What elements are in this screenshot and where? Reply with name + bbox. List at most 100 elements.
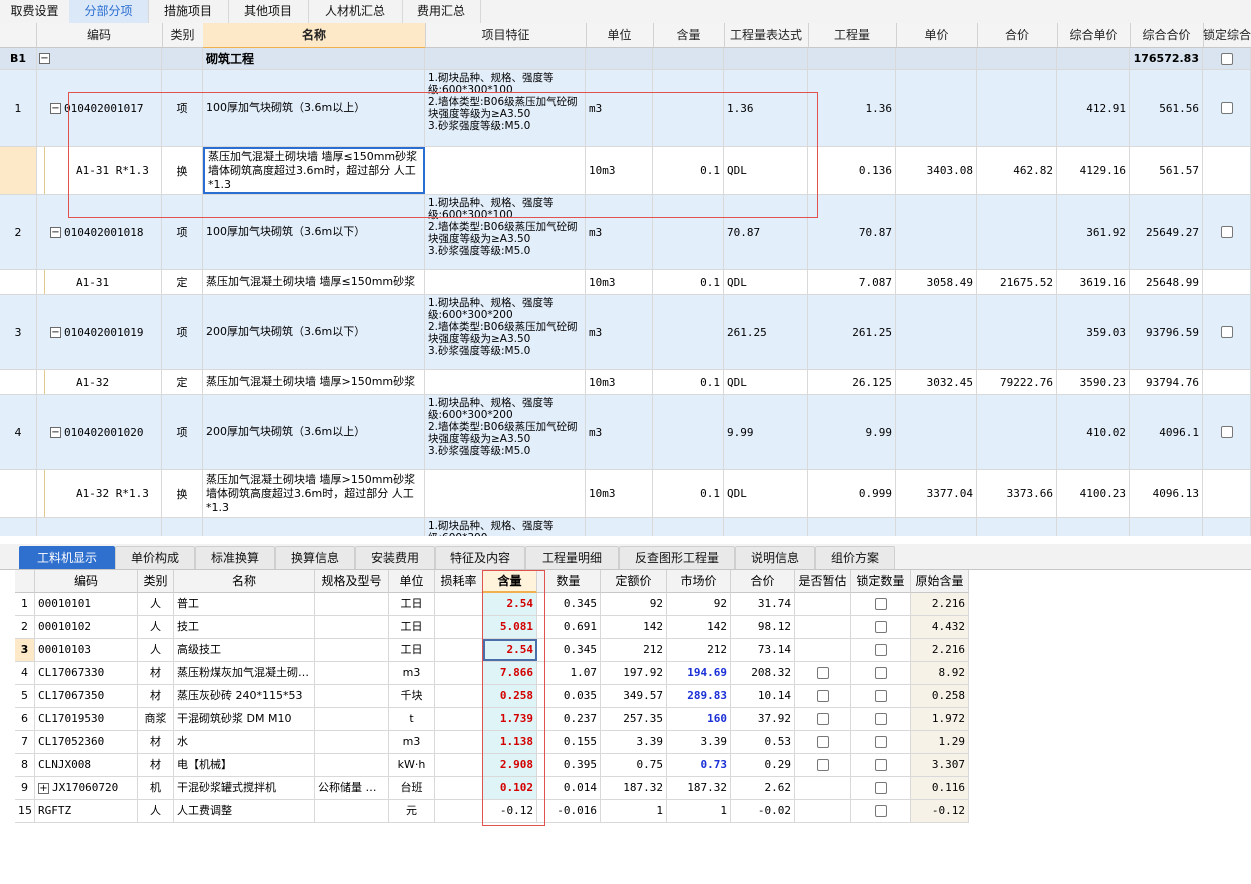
- cell-feature[interactable]: [425, 470, 586, 517]
- resource-lock[interactable]: [851, 708, 911, 730]
- cell-qty[interactable]: 261.25: [808, 295, 896, 369]
- resource-name[interactable]: 蒸压粉煤灰加气混凝土砌…: [174, 662, 315, 684]
- cell-name[interactable]: 蒸压加气混凝土砌块墙 墙厚≤150mm砂浆 墙体砌筑高度超过3.6m时，超过部分…: [203, 147, 425, 194]
- cell-code[interactable]: −010402001019: [36, 295, 162, 369]
- resource-sum[interactable]: 10.14: [731, 685, 795, 707]
- resource-sum[interactable]: 2.62: [731, 777, 795, 799]
- resource-code[interactable]: CL17067350: [35, 685, 138, 707]
- resource-price[interactable]: 212: [601, 639, 667, 661]
- resource-orig[interactable]: 3.307: [911, 754, 969, 776]
- header-feature[interactable]: 项目特征: [425, 23, 587, 47]
- lower-header-name[interactable]: 名称: [174, 570, 315, 593]
- resource-loss[interactable]: [435, 616, 483, 638]
- resource-spec[interactable]: [315, 616, 389, 638]
- cell-feature[interactable]: [425, 147, 586, 194]
- cell-name[interactable]: 100厚加气块砌筑（3.6m以下）: [203, 195, 425, 269]
- top-tab-3[interactable]: 其他项目: [228, 0, 309, 23]
- resource-price[interactable]: 257.35: [601, 708, 667, 730]
- cell-name[interactable]: 100厚加气块砌筑（3.6m以上）: [203, 70, 425, 146]
- cell-uprice[interactable]: 361.92: [1057, 195, 1130, 269]
- lock-cell[interactable]: [1203, 370, 1251, 394]
- resource-content[interactable]: 2.54: [483, 593, 537, 615]
- resource-lock[interactable]: [851, 754, 911, 776]
- resource-code[interactable]: + JX17060720: [35, 777, 138, 799]
- resource-lock[interactable]: [851, 662, 911, 684]
- cell-qty[interactable]: 0.999: [808, 470, 896, 517]
- resource-price[interactable]: 349.57: [601, 685, 667, 707]
- resource-row[interactable]: 5 CL17067350 材蒸压灰砂砖 240*115*53 千块 0.258 0.035…: [15, 685, 969, 708]
- cell-expr[interactable]: 261.25: [724, 295, 808, 369]
- resource-lock[interactable]: [851, 616, 911, 638]
- lock-checkbox[interactable]: [1220, 426, 1233, 438]
- resource-price[interactable]: 1: [601, 800, 667, 822]
- resource-content[interactable]: 2.908: [483, 754, 537, 776]
- cell-sum[interactable]: [977, 295, 1057, 369]
- cell-price[interactable]: [896, 70, 977, 146]
- resource-spec[interactable]: [315, 731, 389, 753]
- lock-quantity-checkbox[interactable]: [874, 805, 887, 817]
- resource-content[interactable]: 1.138: [483, 731, 537, 753]
- header-lock[interactable]: 锁定综合: [1203, 23, 1251, 47]
- resource-market[interactable]: 3.39: [667, 731, 731, 753]
- resource-spec[interactable]: [315, 800, 389, 822]
- resource-name[interactable]: 电【机械】: [174, 754, 315, 776]
- resource-price[interactable]: 197.92: [601, 662, 667, 684]
- cell-uprice[interactable]: 359.03: [1057, 295, 1130, 369]
- cell-unit[interactable]: 10m3: [586, 370, 653, 394]
- resource-unit[interactable]: 台班: [389, 777, 435, 799]
- cell-usum[interactable]: 4096.1: [1130, 395, 1203, 469]
- header-name[interactable]: 名称: [203, 23, 426, 49]
- top-tab-1[interactable]: 分部分项: [69, 0, 149, 23]
- resource-content[interactable]: 0.102: [483, 777, 537, 799]
- cell-usum[interactable]: 561.56: [1130, 70, 1203, 146]
- top-tab-5[interactable]: 费用汇总: [402, 0, 481, 23]
- resource-price[interactable]: 0.75: [601, 754, 667, 776]
- resource-spec[interactable]: [315, 639, 389, 661]
- resource-code[interactable]: CL17019530: [35, 708, 138, 730]
- resource-market[interactable]: 194.69: [667, 662, 731, 684]
- resource-market[interactable]: 160: [667, 708, 731, 730]
- cell-price[interactable]: [896, 395, 977, 469]
- resource-row[interactable]: 7 CL17052360 材水 m3 1.138 0.155 3.39 3.39 0.53 1.2…: [15, 731, 969, 754]
- resource-content[interactable]: 2.54: [483, 639, 537, 661]
- resource-row[interactable]: 9 + JX17060720 机干混砂浆罐式搅拌机 公称储量 … 台班 0.102 0.014…: [15, 777, 969, 800]
- resource-spec[interactable]: [315, 708, 389, 730]
- bottom-tab-1[interactable]: 单价构成: [115, 546, 195, 569]
- resource-est[interactable]: [795, 593, 851, 615]
- cell-unit[interactable]: m3: [586, 195, 653, 269]
- cell-unit[interactable]: [586, 518, 653, 536]
- cell-price[interactable]: [896, 295, 977, 369]
- bill-row[interactable]: 4−010402001020 项 200厚加气块砌筑（3.6m以上） 1.砌块品种、规…: [0, 395, 1251, 470]
- resource-lock[interactable]: [851, 593, 911, 615]
- resource-loss[interactable]: [435, 708, 483, 730]
- cell-price[interactable]: 3403.08: [896, 147, 977, 194]
- cell-unit[interactable]: 10m3: [586, 470, 653, 517]
- resource-qty[interactable]: -0.016: [537, 800, 601, 822]
- resource-orig[interactable]: 0.258: [911, 685, 969, 707]
- resource-unit[interactable]: m3: [389, 662, 435, 684]
- resource-sum[interactable]: 0.53: [731, 731, 795, 753]
- resource-name[interactable]: 水: [174, 731, 315, 753]
- resource-qty[interactable]: 0.035: [537, 685, 601, 707]
- resource-market[interactable]: 289.83: [667, 685, 731, 707]
- resource-orig[interactable]: 0.116: [911, 777, 969, 799]
- header-usum[interactable]: 综合合价: [1130, 23, 1204, 47]
- lock-quantity-checkbox[interactable]: [874, 621, 887, 633]
- cell-usum[interactable]: 25649.27: [1130, 195, 1203, 269]
- resource-lock[interactable]: [851, 731, 911, 753]
- cell-price[interactable]: 3377.04: [896, 470, 977, 517]
- cell-unit[interactable]: 10m3: [586, 270, 653, 294]
- resource-orig[interactable]: -0.12: [911, 800, 969, 822]
- resource-qty[interactable]: 0.395: [537, 754, 601, 776]
- estimate-checkbox[interactable]: [816, 759, 829, 771]
- cell-content[interactable]: 0.1: [653, 370, 724, 394]
- group-row[interactable]: B1− 砌筑工程 176572.83: [0, 48, 1251, 70]
- cell-unit[interactable]: m3: [586, 295, 653, 369]
- lock-checkbox[interactable]: [1220, 102, 1233, 114]
- bottom-tab-4[interactable]: 安装费用: [355, 546, 435, 569]
- resource-spec[interactable]: [315, 662, 389, 684]
- cell-code[interactable]: A1-32 R*1.3: [36, 470, 162, 517]
- cell-name[interactable]: 200厚加气块砌筑（3.6m以上）: [203, 395, 425, 469]
- quota-row[interactable]: 1.砌块品种、规格、强度等级:600*300: [0, 518, 1251, 536]
- cell-expr[interactable]: 9.99: [724, 395, 808, 469]
